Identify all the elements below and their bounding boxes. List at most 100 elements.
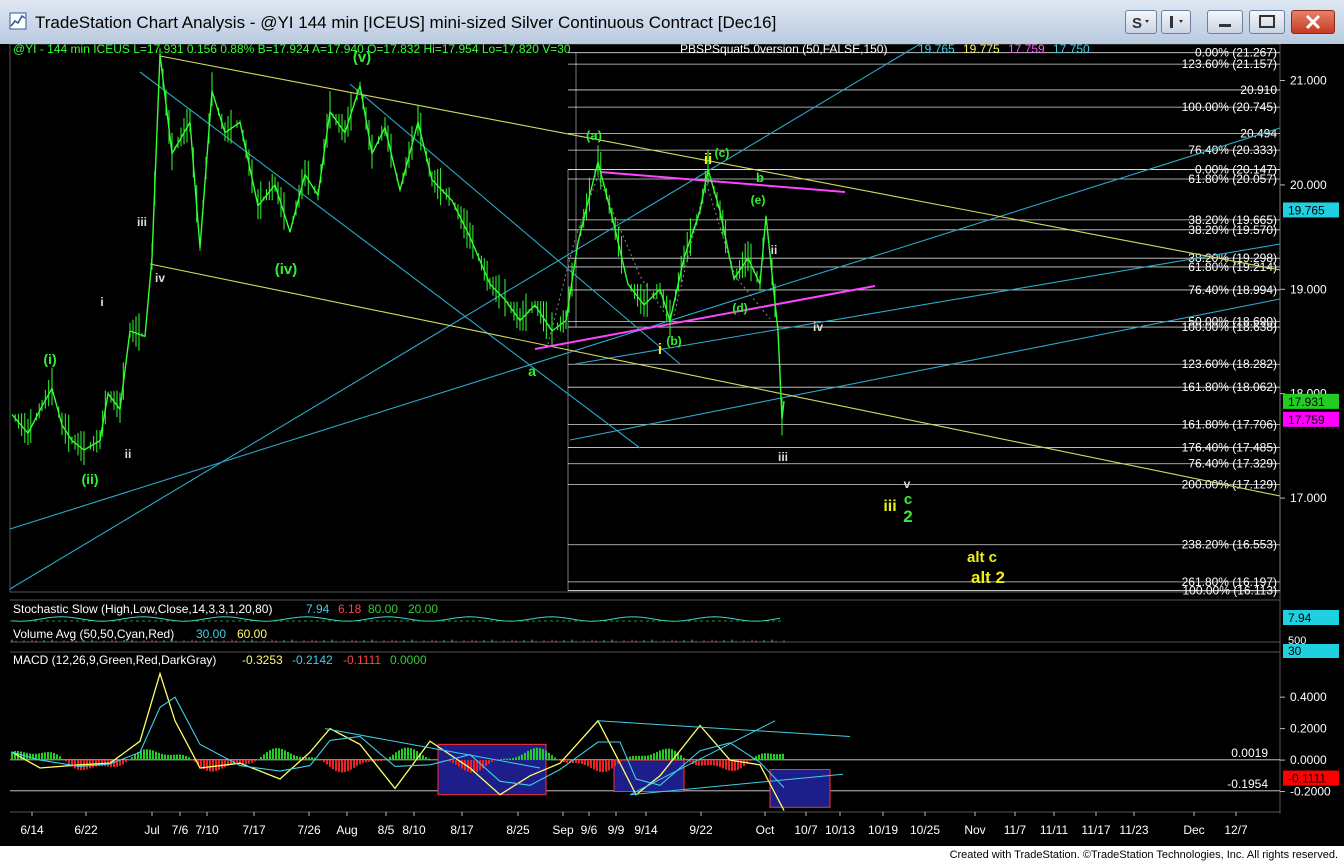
info-icon [1170, 16, 1183, 28]
indicator-value: 19.765 [918, 44, 955, 56]
macd-price-tag-label: -0.1111 [1288, 772, 1326, 786]
close-icon [1305, 14, 1321, 30]
fib-level-label: 176.40% (17.485) [1182, 440, 1277, 454]
window-title: TradeStation Chart Analysis - @YI 144 mi… [35, 13, 777, 32]
wave-label: (a) [586, 128, 602, 143]
wave-label: alt c [967, 549, 997, 566]
volume-value: 60.00 [237, 627, 267, 641]
time-axis-label: 9/14 [634, 823, 658, 837]
price-axis-label: 17.000 [1290, 491, 1327, 505]
time-axis-label: 9/6 [581, 823, 598, 837]
info-menu-button[interactable] [1161, 10, 1191, 34]
close-button[interactable] [1291, 10, 1335, 34]
time-axis-label: 11/7 [1004, 823, 1027, 837]
wave-label: iv [813, 320, 823, 334]
time-axis-label: 10/25 [910, 823, 940, 837]
chart-area[interactable]: 0.00% (21.267)123.60% (21.157)20.910100.… [0, 44, 1344, 846]
macd-level-label: 0.0019 [1231, 746, 1268, 760]
stoch-value: 7.94 [306, 602, 330, 616]
macd-value: 0.0000 [390, 653, 427, 667]
wave-label: ii [704, 151, 712, 168]
macd-axis-label: 0.2000 [1290, 722, 1327, 736]
wave-label: (iv) [275, 261, 298, 278]
stoch-value: 80.00 [368, 602, 398, 616]
time-axis-label: Aug [336, 823, 357, 837]
wave-label: i [100, 295, 103, 309]
wave-label: v [904, 477, 911, 491]
indicator-value: 19.775 [963, 44, 1000, 56]
time-axis-label: 12/7 [1224, 823, 1248, 837]
time-axis-label: Sep [552, 823, 574, 837]
volume-label: Volume Avg (50,50,Cyan,Red) [13, 627, 174, 641]
tradestation-app-icon [9, 12, 27, 30]
time-axis-label: 11/17 [1081, 823, 1110, 837]
time-axis-label: 7/10 [195, 823, 219, 837]
fib-level-label: 123.60% (18.282) [1182, 357, 1277, 371]
volume-value: 30.00 [196, 627, 226, 641]
time-axis-label: 9/9 [608, 823, 625, 837]
time-axis-label: 10/13 [825, 823, 855, 837]
time-axis-label: 6/14 [20, 823, 44, 837]
fib-level-label: 161.80% (17.706) [1182, 417, 1277, 431]
price-axis-label: 19.000 [1290, 282, 1327, 296]
time-axis-label: 9/22 [689, 823, 713, 837]
price-axis-label: 21.000 [1290, 74, 1327, 88]
time-axis-label: Oct [756, 823, 775, 837]
fib-level-label: 100.00% (20.745) [1182, 100, 1277, 114]
time-axis-label: Dec [1183, 823, 1204, 837]
stoch-value: 6.18 [338, 602, 362, 616]
fib-level-label: 161.80% (18.062) [1182, 380, 1277, 394]
time-axis-label: Jul [144, 823, 159, 837]
time-axis-label: 7/26 [297, 823, 321, 837]
wave-label: i [658, 341, 662, 358]
wave-label: ii [125, 447, 132, 461]
quote-header: @YI - 144 min ICEUS L=17.931 0.156 0.88%… [13, 44, 571, 56]
wave-label: (ii) [81, 471, 98, 487]
wave-label: iii [883, 498, 896, 515]
price-tag-label: 17.759 [1288, 413, 1325, 427]
macd-axis-label: 0.0000 [1290, 753, 1327, 767]
footer-credit: Created with TradeStation. ©TradeStation… [949, 849, 1338, 861]
macd-highlight-box [613, 759, 685, 793]
wave-label: iii [137, 215, 147, 229]
wave-label: iv [155, 271, 165, 285]
fib-level-label: 61.80% (20.057) [1188, 172, 1277, 186]
fib-level-label: 76.40% (18.994) [1188, 283, 1277, 297]
style-menu-button[interactable]: S [1125, 10, 1157, 34]
minimize-icon [1219, 24, 1231, 27]
indicator-value: 17.750 [1053, 44, 1090, 56]
time-axis-label: 8/10 [402, 823, 426, 837]
fib-level-label: 200.00% (17.129) [1182, 478, 1277, 492]
indicator-header: PBSPSquat5.0version (50,FALSE,150) [680, 44, 887, 56]
macd-label: MACD (12,26,9,Green,Red,DarkGray) [13, 653, 216, 667]
stoch-label: Stochastic Slow (High,Low,Close,14,3,3,1… [13, 602, 272, 616]
macd-level-label: -0.1954 [1227, 777, 1268, 791]
fib-level-label: 76.40% (20.333) [1188, 143, 1277, 157]
time-axis-label: 11/11 [1040, 823, 1069, 837]
time-axis-label: 6/22 [74, 823, 98, 837]
minimize-button[interactable] [1207, 10, 1243, 34]
title-bar: TradeStation Chart Analysis - @YI 144 mi… [0, 0, 1344, 45]
style-icon: S [1132, 15, 1149, 32]
fib-level-label: 20.910 [1240, 83, 1277, 97]
time-axis-label: 11/23 [1119, 823, 1148, 837]
fib-level-label: 100.00% (18.638) [1182, 320, 1277, 334]
price-tag-label: 17.931 [1288, 395, 1325, 409]
fib-level-label: 123.60% (21.157) [1182, 57, 1277, 71]
price-axis-label: 20.000 [1290, 178, 1327, 192]
time-axis-label: 7/6 [172, 823, 189, 837]
wave-label: ii [771, 243, 778, 257]
macd-axis-label: 0.4000 [1290, 690, 1327, 704]
footer: Created with TradeStation. ©TradeStation… [0, 846, 1344, 864]
wave-label: (i) [43, 351, 56, 367]
price-tag-label: 19.765 [1288, 203, 1325, 217]
fib-level-label: 38.20% (19.570) [1188, 223, 1277, 237]
wave-label: (d) [732, 301, 747, 315]
macd-value: -0.1111 [343, 653, 381, 667]
time-axis-label: Nov [964, 823, 985, 837]
wave-label: iii [778, 450, 788, 464]
wave-label: (e) [751, 193, 766, 207]
stoch-value: 20.00 [408, 602, 438, 616]
indicator-value: 17.759 [1008, 44, 1045, 56]
maximize-button[interactable] [1249, 10, 1285, 34]
